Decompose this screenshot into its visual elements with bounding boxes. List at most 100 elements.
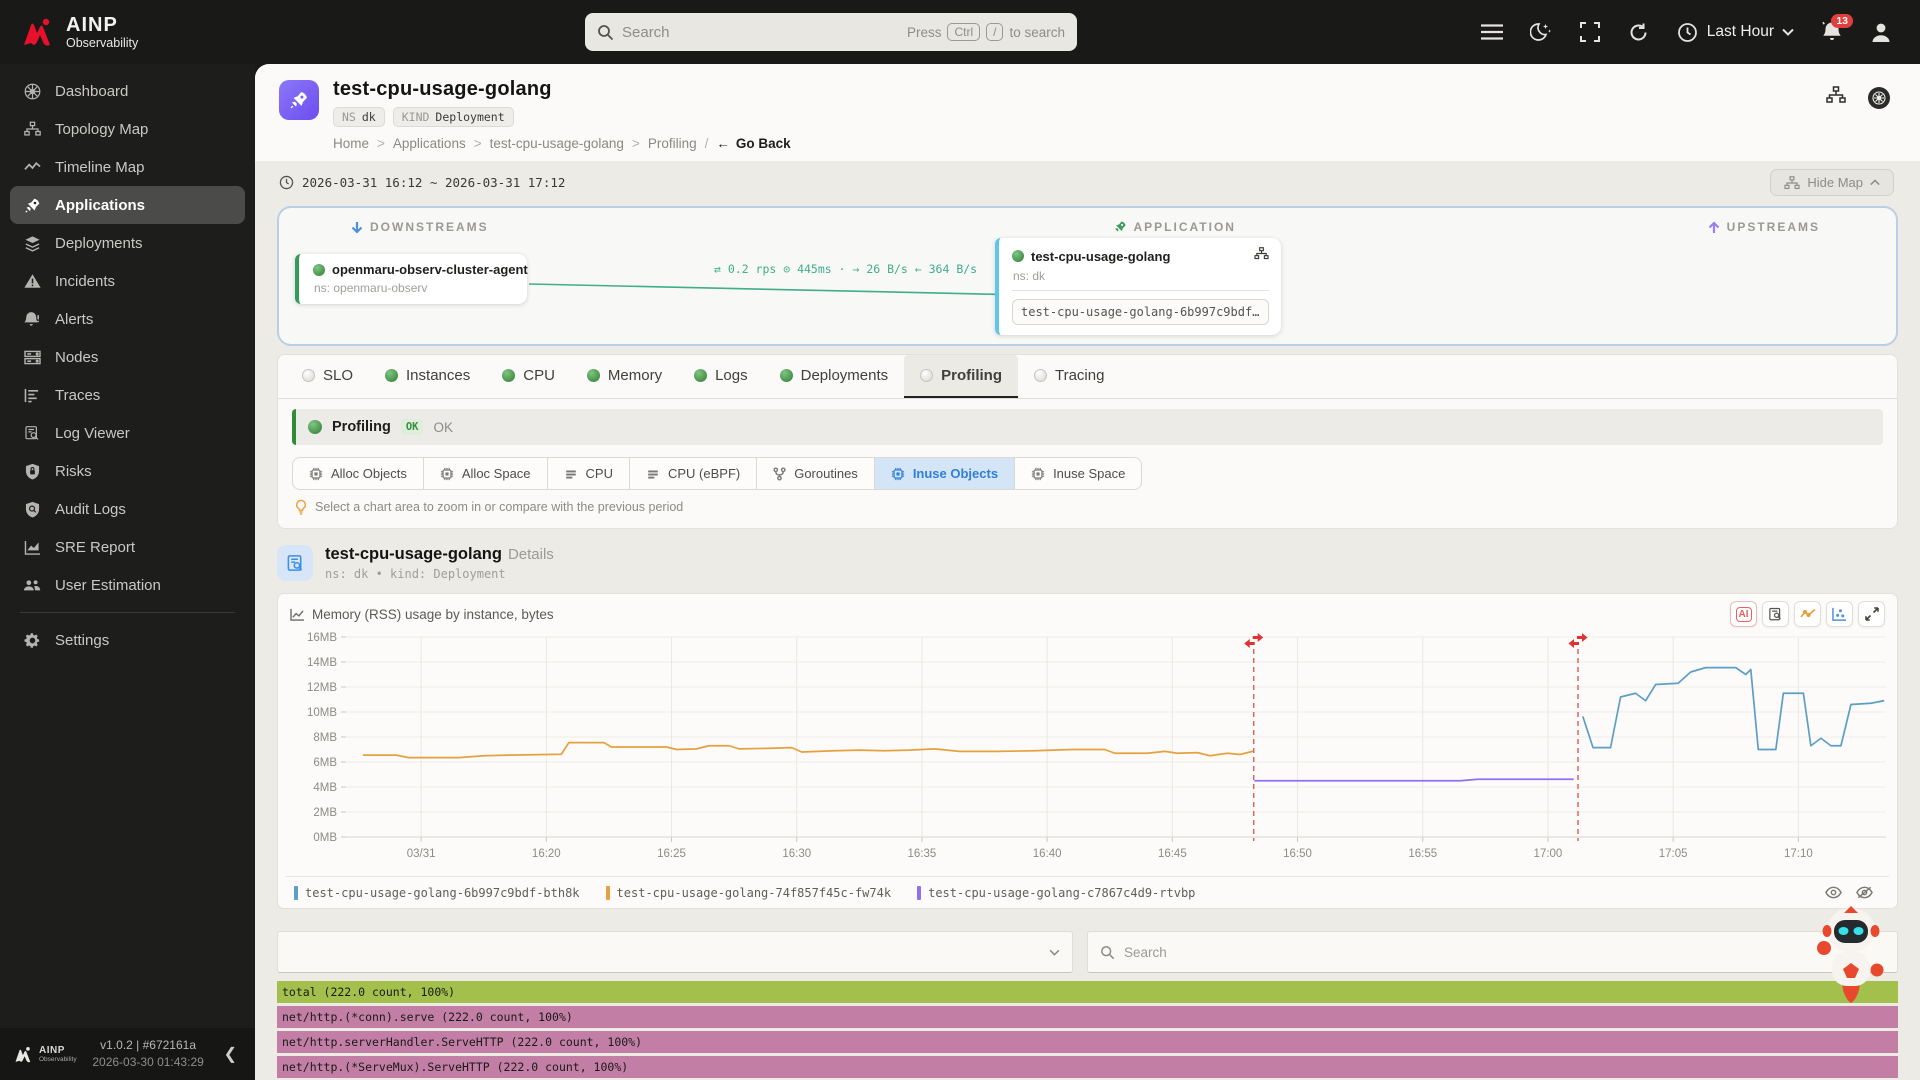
hide-all-series-icon[interactable] [1856, 886, 1873, 899]
sidebar-item-deployments[interactable]: Deployments [10, 224, 245, 262]
profile-type-alloc-objects[interactable]: Alloc Objects [292, 457, 424, 490]
sidebar-item-dashboard[interactable]: Dashboard [10, 72, 245, 110]
sidebar-item-label: Deployments [55, 234, 143, 252]
profile-type-alloc-space[interactable]: Alloc Space [423, 457, 548, 490]
search-input[interactable] [622, 23, 899, 41]
topology-link-icon[interactable] [1826, 86, 1846, 109]
user-avatar-icon[interactable] [1870, 21, 1892, 43]
sidebar-item-applications[interactable]: Applications [10, 186, 245, 224]
downstream-node[interactable]: openmaru-observ-cluster-agent ns: openma… [295, 254, 528, 304]
profile-type-cpu[interactable]: CPU [547, 457, 630, 490]
rocket-icon [290, 92, 307, 109]
global-search[interactable]: Press Ctrl / to search [585, 13, 1077, 51]
notifications-button[interactable]: 13 [1821, 14, 1853, 43]
sidebar-collapse-icon[interactable]: ❮ [220, 1044, 241, 1064]
build-time: 2026-03-30 01:43:29 [92, 1055, 204, 1069]
downstream-node-ns: ns: openmaru-observ [314, 281, 428, 295]
scatter-view-button[interactable] [1826, 601, 1853, 627]
ai-analysis-button[interactable]: AI [1730, 601, 1757, 627]
tab-cpu[interactable]: CPU [486, 355, 571, 398]
sidebar-item-user-estimation[interactable]: User Estimation [10, 566, 245, 604]
application-node[interactable]: test-cpu-usage-golang ns: dk test-cpu-us… [995, 238, 1281, 335]
flame-row-total[interactable]: total (222.0 count, 100%) [277, 981, 1898, 1003]
topology-icon[interactable] [1254, 247, 1269, 265]
status-dot-green [313, 263, 325, 276]
breadcrumb-item-test-cpu-usage-golang[interactable]: test-cpu-usage-golang [490, 136, 624, 151]
app-tabs: SLO Instances CPU Memory Logs Deployments Prof… [278, 355, 1897, 399]
flame-row-net-http-servemux-servehttp[interactable]: net/http.(*ServeMux).ServeHTTP (222.0 co… [277, 1056, 1898, 1078]
kubernetes-icon[interactable] [1868, 86, 1890, 109]
show-all-series-icon[interactable] [1825, 886, 1842, 899]
chart-inspect-button[interactable] [1762, 601, 1789, 627]
sidebar-item-alerts[interactable]: Alerts [10, 300, 245, 338]
svg-text:8MB: 8MB [313, 732, 337, 744]
sidebar-item-topology-map[interactable]: Topology Map [10, 110, 245, 148]
sidebar-item-incidents[interactable]: Incidents [10, 262, 245, 300]
sidebar-item-nodes[interactable]: Nodes [10, 338, 245, 376]
report-icon [23, 538, 41, 556]
tab-label: Instances [406, 367, 471, 384]
rocket-icon [1114, 221, 1126, 232]
sidebar-item-label: Applications [55, 196, 146, 214]
hide-map-label: Hide Map [1807, 175, 1863, 190]
sidebar-item-sre-report[interactable]: SRE Report [10, 528, 245, 566]
downstream-node-name: openmaru-observ-cluster-agent [332, 262, 528, 277]
legend-item-test-cpu-usage-golang-6b997c9bdf-bth8k[interactable]: test-cpu-usage-golang-6b997c9bdf-bth8k [294, 885, 580, 900]
svg-text:16:55: 16:55 [1408, 848, 1437, 860]
profile-type-goroutines[interactable]: Goroutines [757, 457, 875, 490]
profiling-status-title: Profiling [332, 419, 391, 435]
time-range-selector[interactable]: Last Hour [1677, 21, 1794, 43]
sidebar-item-settings[interactable]: Settings [10, 621, 245, 659]
sidebar-item-label: Nodes [55, 348, 99, 366]
tab-label: SLO [323, 367, 354, 384]
sidebar-item-audit-logs[interactable]: Audit Logs [10, 490, 245, 528]
refresh-icon[interactable] [1628, 21, 1650, 43]
svg-text:4MB: 4MB [313, 782, 337, 794]
tab-memory[interactable]: Memory [571, 355, 678, 398]
details-header: test-cpu-usage-golang Details ns: dk • ki… [277, 545, 1898, 581]
sidebar-item-label: Settings [55, 631, 110, 649]
menu-icon[interactable] [1480, 21, 1503, 43]
tab-logs[interactable]: Logs [678, 355, 764, 398]
sidebar-item-log-viewer[interactable]: Log Viewer [10, 414, 245, 452]
legend-item-test-cpu-usage-golang-74f857f45c-fw74k[interactable]: test-cpu-usage-golang-74f857f45c-fw74k [605, 885, 891, 900]
profiling-status-bar: Profiling OK OK [292, 409, 1883, 445]
legend-item-test-cpu-usage-golang-c7867c4d9-rtvbp[interactable]: test-cpu-usage-golang-c7867c4d9-rtvbp [917, 885, 1195, 900]
instance-chip[interactable]: test-cpu-usage-golang-6b997c9bdf… [1012, 299, 1269, 325]
tab-deployments[interactable]: Deployments [764, 355, 905, 398]
brand-logo[interactable]: AINP Observability [0, 15, 255, 50]
flame-search[interactable] [1087, 931, 1898, 973]
warning-icon [23, 272, 41, 290]
dark-mode-icon[interactable] [1529, 21, 1552, 43]
flame-row-net-http-conn-serve[interactable]: net/http.(*conn).serve (222.0 count, 100… [277, 1006, 1898, 1028]
footer-brand-name: AINP [39, 1044, 65, 1056]
sidebar-item-risks[interactable]: Risks [10, 452, 245, 490]
memory-chart[interactable]: 0MB 2MB 4MB 6MB 8MB 10MB 12MB 14MB 16MB 03/31 16:2… [286, 629, 1903, 869]
expand-chart-button[interactable] [1858, 601, 1885, 627]
sidebar: Dashboard Topology Map Timeline Map Applica… [0, 64, 255, 1080]
flame-view-select[interactable] [277, 931, 1073, 973]
hide-map-button[interactable]: Hide Map [1770, 169, 1894, 196]
breadcrumb-item-applications[interactable]: Applications [393, 136, 466, 151]
profile-type-inuse-space[interactable]: Inuse Space [1015, 457, 1143, 490]
breadcrumb-item-home[interactable]: Home [333, 136, 369, 151]
trend-view-button[interactable] [1794, 601, 1821, 627]
slash-key: / [986, 23, 1004, 41]
profile-type-cpu-ebpf[interactable]: CPU (eBPF) [629, 457, 758, 490]
fullscreen-icon[interactable] [1579, 21, 1601, 43]
go-back-button[interactable]: ← Go Back [716, 136, 790, 151]
profile-type-inuse-objects[interactable]: Inuse Objects [874, 457, 1016, 490]
tab-instances[interactable]: Instances [369, 355, 486, 398]
tab-label: Profiling [941, 367, 1002, 384]
tab-tracing[interactable]: Tracing [1018, 355, 1120, 398]
tab-profiling[interactable]: Profiling [904, 355, 1018, 398]
sidebar-item-traces[interactable]: Traces [10, 376, 245, 414]
sidebar-item-timeline-map[interactable]: Timeline Map [10, 148, 245, 186]
flame-row-net-http-serverhandler-servehttp[interactable]: net/http.serverHandler.ServeHTTP (222.0 … [277, 1031, 1898, 1053]
svg-text:6MB: 6MB [313, 757, 337, 769]
flame-search-input[interactable] [1124, 944, 1885, 960]
tab-slo[interactable]: SLO [286, 355, 369, 398]
tab-label: Memory [607, 367, 663, 384]
page-header: test-cpu-usage-golang NS dk KIND Deploymen… [255, 64, 1920, 161]
profile-type-label: Alloc Space [461, 466, 531, 481]
